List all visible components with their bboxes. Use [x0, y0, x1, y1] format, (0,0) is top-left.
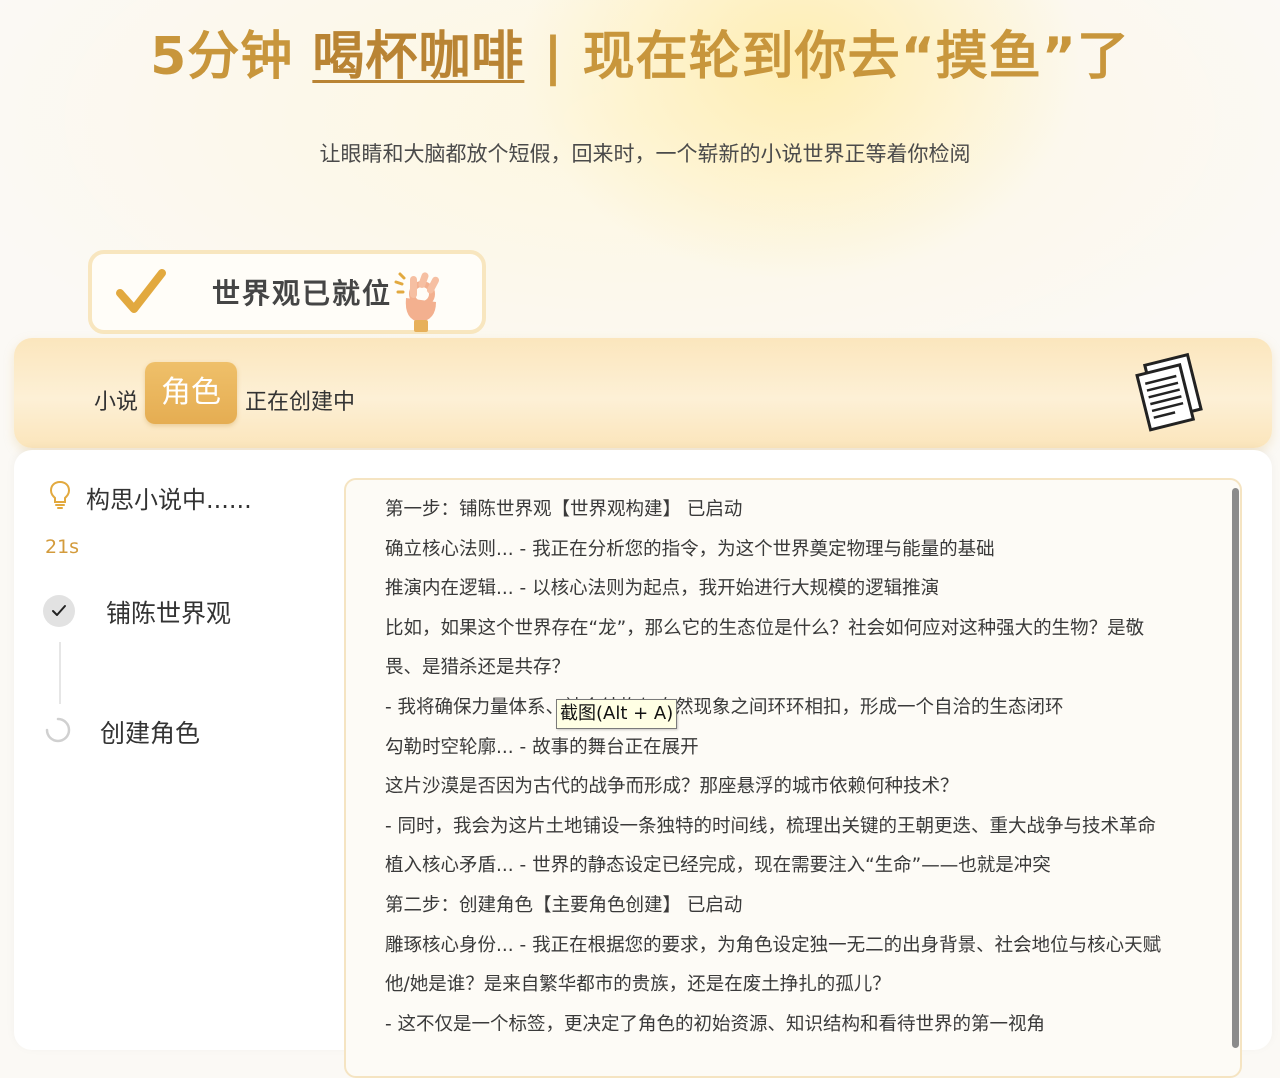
ok-hand-icon	[394, 272, 440, 332]
log-line: 推演内在逻辑... - 以核心法则为起点，我开始进行大规模的逻辑推演	[385, 578, 940, 600]
step-done-check-icon	[43, 595, 75, 627]
world-ready-badge: 世界观已就位	[88, 250, 486, 334]
check-icon	[116, 269, 166, 313]
loading-spinner-icon	[45, 717, 71, 743]
screenshot-tooltip: 截图(Alt + A)	[556, 699, 678, 729]
log-line: 勾勒时空轮廓... - 故事的舞台正在展开	[385, 736, 699, 758]
log-line: 植入核心矛盾... - 世界的静态设定已经完成，现在需要注入“生命”——也就是冲…	[385, 855, 1051, 877]
log-line: 这片沙漠是否因为古代的战争而形成？那座悬浮的城市依赖何种技术？	[385, 776, 959, 798]
lightbulb-icon	[49, 480, 71, 509]
document-stack-icon	[1135, 352, 1203, 432]
log-line: 雕琢核心身份... - 我正在根据您的要求，为角色设定独一无二的出身背景、社会地…	[385, 934, 1162, 956]
headline-highlight: 喝杯咖啡	[312, 27, 525, 87]
log-line: 畏、是猎杀还是共存？	[385, 657, 571, 679]
stage-prefix: 小说	[94, 390, 139, 415]
log-lines: 第一步：铺陈世界观【世界观构建】 已启动 确立核心法则... - 我正在分析您的…	[385, 492, 1205, 1046]
log-line: - 同时，我会为这片土地铺设一条独特的时间线，梳理出关键的王朝更迭、重大战争与技…	[385, 815, 1157, 837]
log-line: - 这不仅是一个标签，更决定了角色的初始资源、知识结构和看待世界的第一视角	[385, 1013, 1046, 1035]
step-label-characters: 创建角色	[100, 719, 201, 748]
stage-suffix: 正在创建中	[245, 390, 356, 415]
page-subtitle: 让眼睛和大脑都放个短假，回来时，一个崭新的小说世界正等着你检阅	[319, 142, 971, 166]
elapsed-timer: 21s	[45, 536, 80, 558]
log-line: 第一步：铺陈世界观【世界观构建】 已启动	[385, 499, 743, 520]
log-line: 他/她是谁？是来自繁华都市的贵族，还是在废土挣扎的孤儿？	[385, 974, 891, 996]
log-line: - 我将确保力量体系、社会结构与自然现象之间环环相扣，形成一个自洽的生态闭环	[385, 696, 1064, 718]
world-ready-label: 世界观已就位	[212, 277, 393, 310]
log-line: 比如，如果这个世界存在“龙”，那么它的生态位是什么？社会如何应对这种强大的生物？…	[385, 617, 1145, 639]
thinking-status: 构思小说中......	[86, 486, 252, 514]
headline-suffix: | 现在轮到你去“摸鱼”了	[524, 27, 1130, 87]
step-label-worldbuilding: 铺陈世界观	[106, 599, 232, 628]
creation-stage-bar: 小说 角色 正在创建中	[14, 338, 1272, 448]
log-line: 确立核心法则... - 我正在分析您的指令，为这个世界奠定物理与能量的基础	[385, 538, 995, 560]
log-scrollbar[interactable]	[1232, 488, 1239, 1048]
stage-current-chip: 角色	[145, 362, 237, 424]
step-connector	[59, 642, 61, 704]
log-line: 第二步：创建角色【主要角色创建】 已启动	[385, 894, 743, 916]
page-headline: 5分钟 喝杯咖啡 | 现在轮到你去“摸鱼”了	[0, 14, 1280, 89]
headline-prefix: 5分钟	[150, 27, 313, 87]
